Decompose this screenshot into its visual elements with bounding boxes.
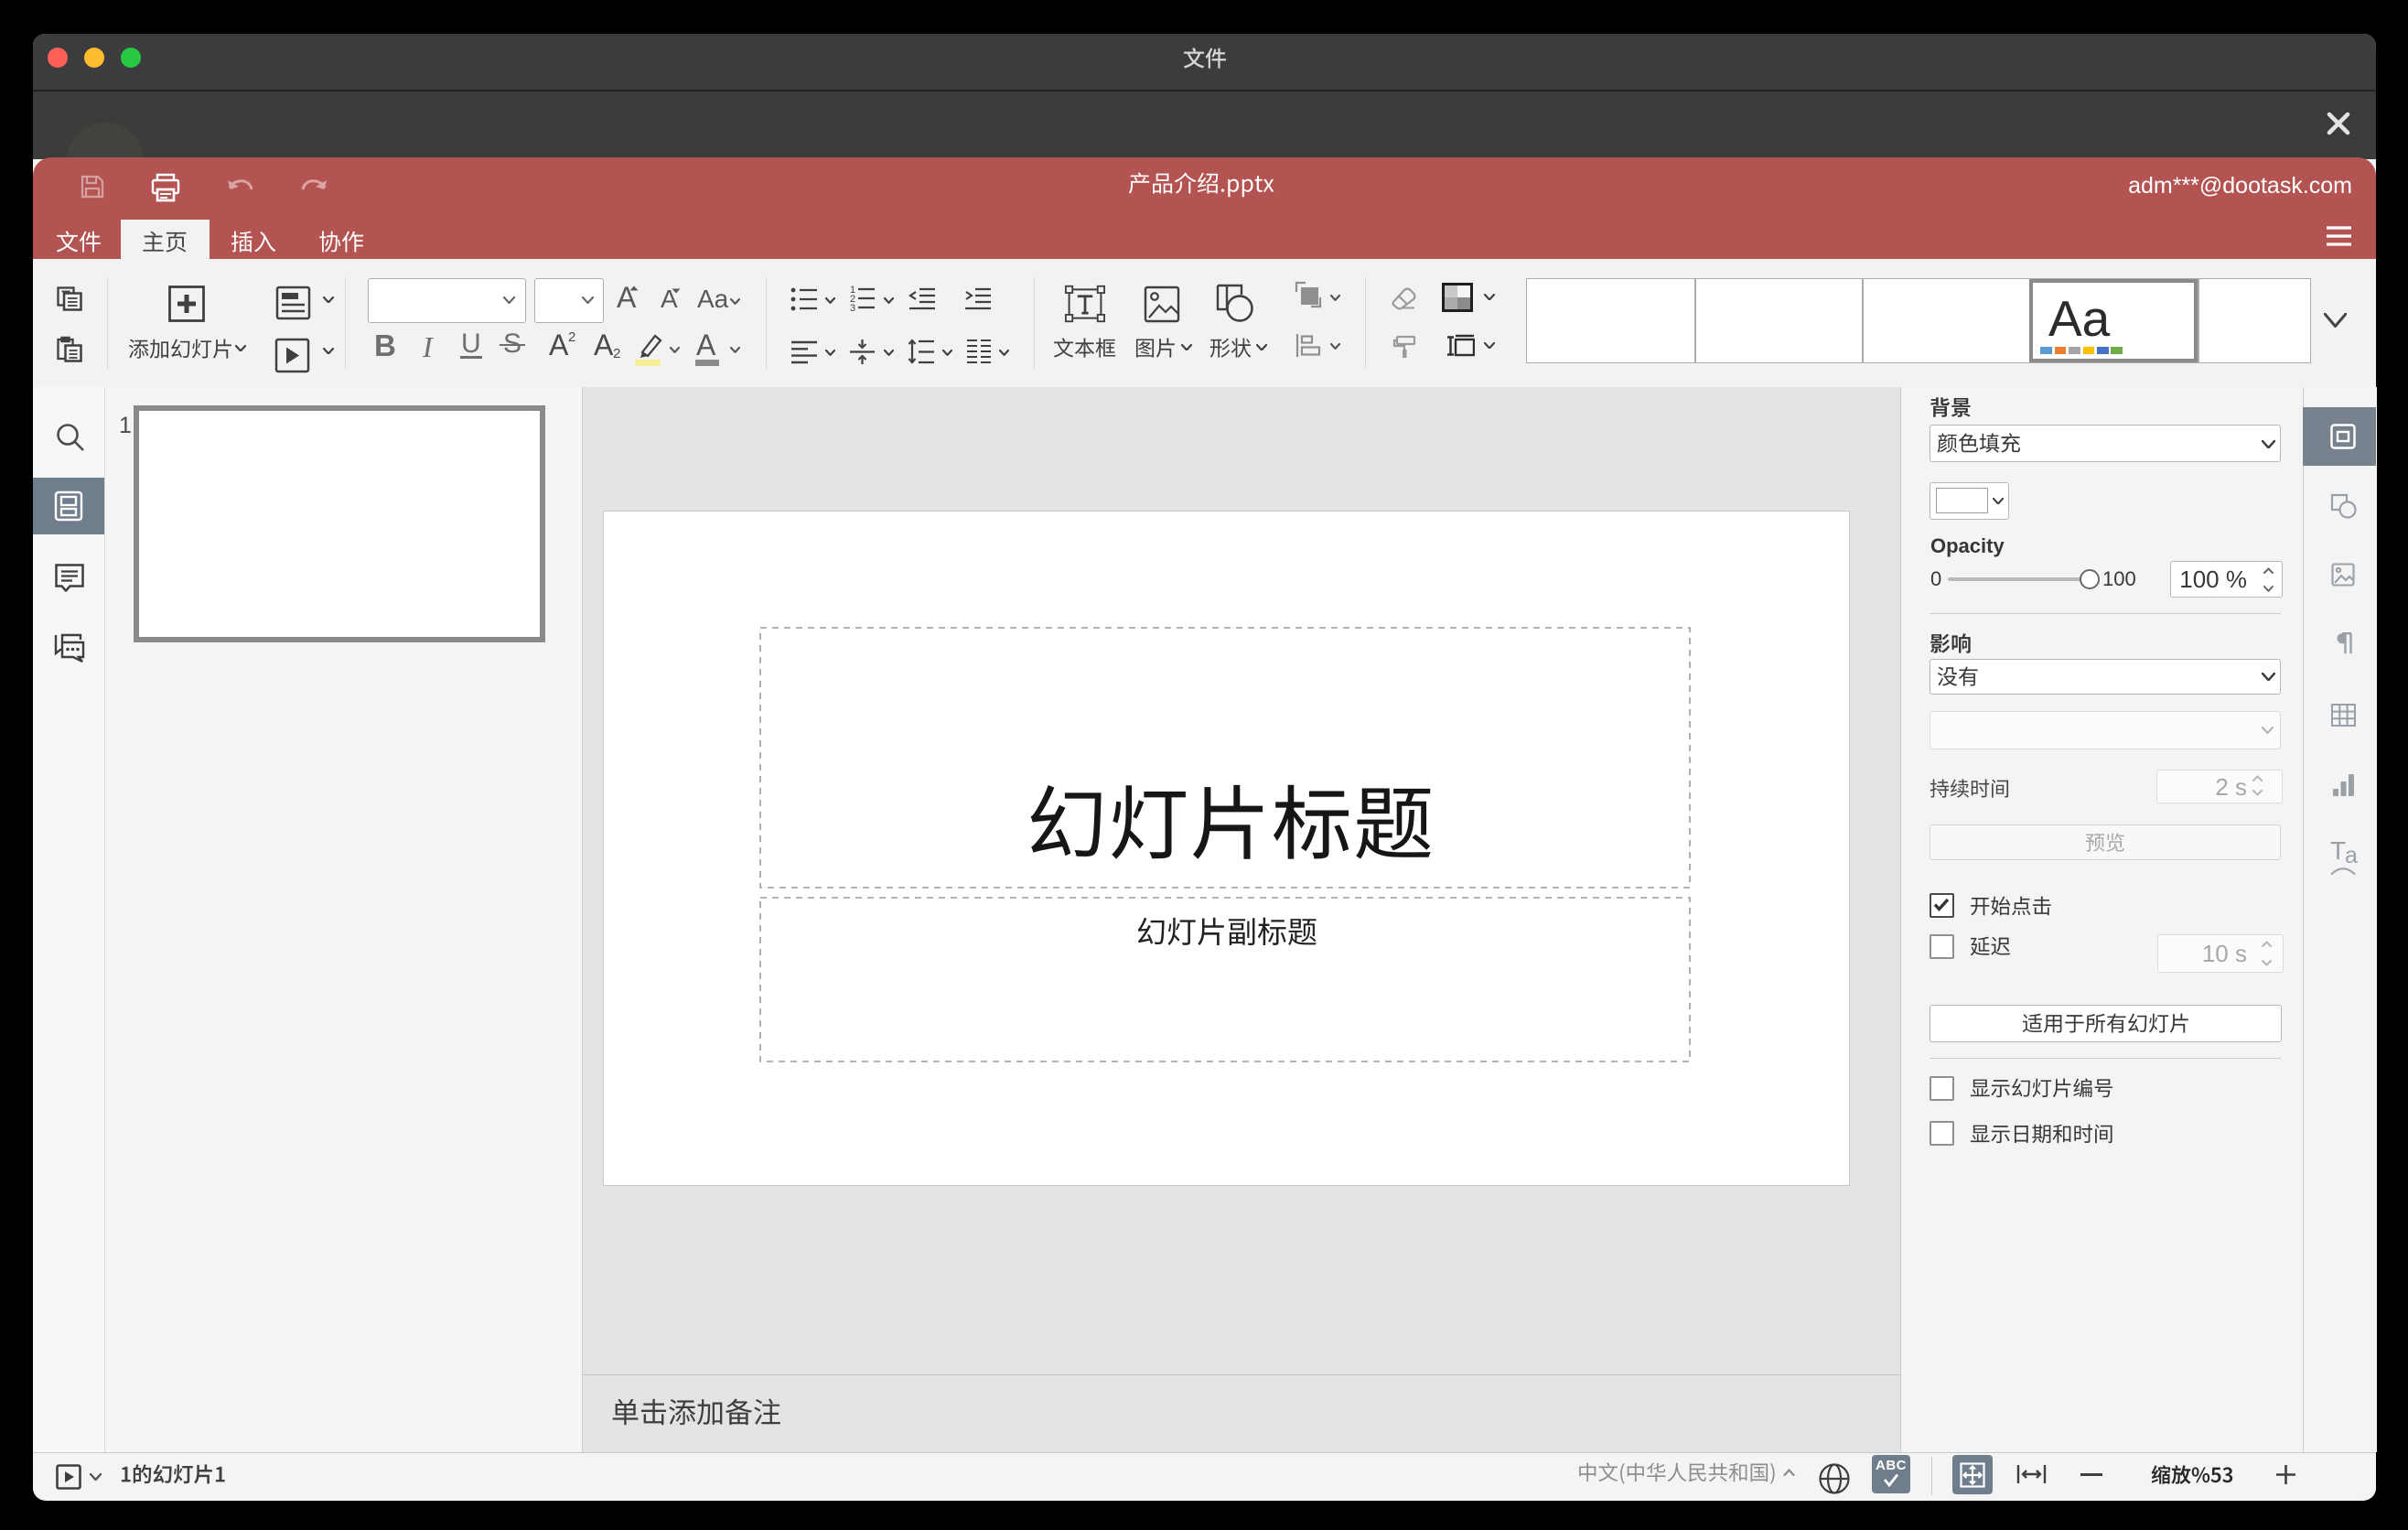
svg-text:3: 3 bbox=[850, 303, 855, 313]
